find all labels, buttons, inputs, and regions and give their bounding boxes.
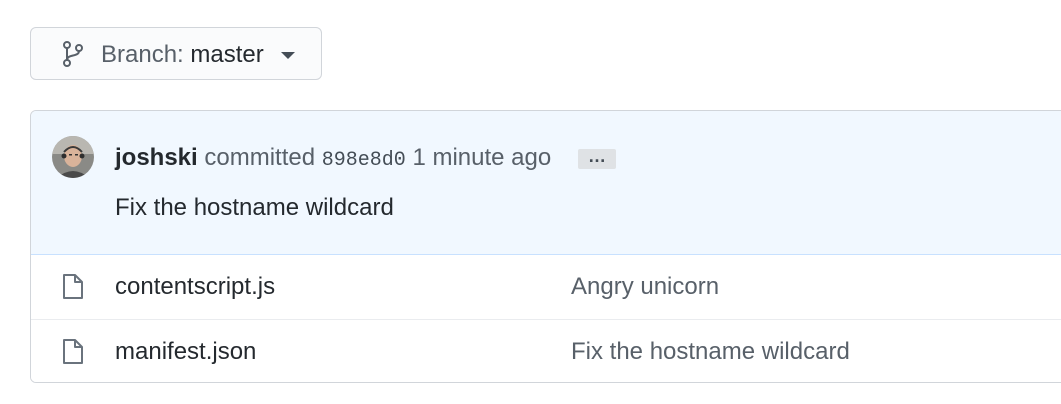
branch-name: master	[190, 41, 264, 68]
file-name-link[interactable]: contentscript.js	[115, 273, 275, 301]
branch-label: Branch: master	[101, 41, 264, 69]
branch-select-button[interactable]: Branch: master	[30, 27, 322, 80]
file-name-link[interactable]: manifest.json	[115, 338, 256, 366]
avatar[interactable]	[52, 136, 94, 178]
commit-summary: joshski committed 898e8d0 1 minute ago	[115, 144, 551, 175]
file-row: contentscript.js Angry unicorn	[31, 255, 1061, 320]
file-commit-message-link[interactable]: Angry unicorn	[571, 273, 719, 301]
avatar-image	[52, 136, 94, 178]
file-commit-message-link[interactable]: Fix the hostname wildcard	[571, 338, 850, 366]
file-row: manifest.json Fix the hostname wildcard	[31, 320, 1061, 382]
file-icon	[63, 339, 83, 364]
commit-time: 1 minute ago	[412, 144, 552, 171]
commit-author-link[interactable]: joshski	[115, 144, 198, 171]
file-icon	[63, 274, 83, 299]
git-branch-icon	[63, 41, 83, 67]
expand-commit-message-button[interactable]: …	[578, 147, 616, 169]
branch-prefix: Branch:	[101, 41, 184, 68]
file-listing: joshski committed 898e8d0 1 minute ago ……	[30, 110, 1061, 383]
commit-sha-link[interactable]: 898e8d0	[322, 149, 406, 172]
commit-verb: committed	[204, 144, 316, 171]
commit-message[interactable]: Fix the hostname wildcard	[115, 194, 394, 222]
caret-down-icon	[281, 52, 295, 59]
latest-commit-header: joshski committed 898e8d0 1 minute ago ……	[31, 111, 1061, 255]
